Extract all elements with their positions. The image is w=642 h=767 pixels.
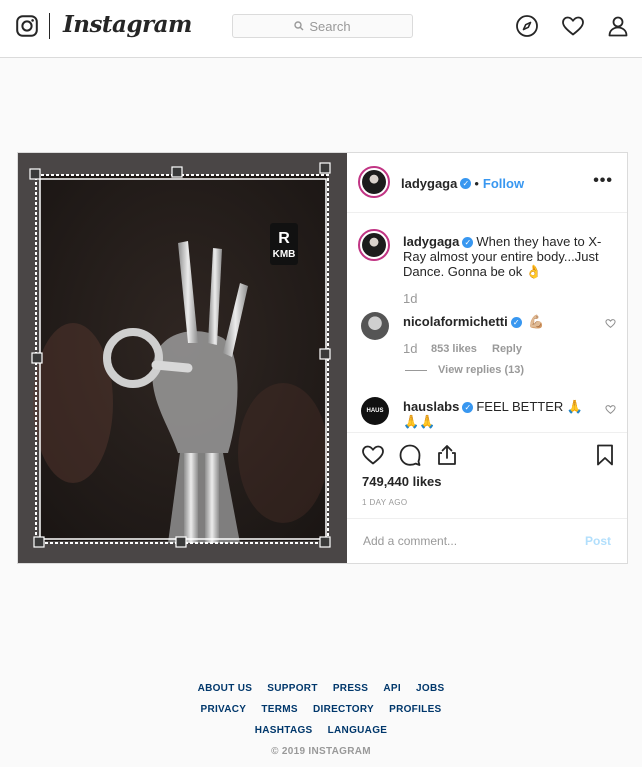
footer-links-row-2: PRIVACY TERMS DIRECTORY PROFILES xyxy=(0,704,642,715)
heart-icon[interactable] xyxy=(561,14,585,38)
footer-link-press[interactable]: PRESS xyxy=(333,683,368,694)
search-placeholder: Search xyxy=(309,18,351,34)
caption-age[interactable]: 1d xyxy=(403,291,417,306)
footer-link-hashtags[interactable]: HASHTAGS xyxy=(255,725,313,736)
post-actions: 749,440 likes 1 DAY AGO xyxy=(347,432,627,518)
comment: nicolaformichetti ✓ 💪🏼 xyxy=(403,314,593,329)
search-icon xyxy=(294,21,304,31)
post-header: ladygaga ✓ • Follow ••• xyxy=(347,153,627,213)
copyright: © 2019 INSTAGRAM xyxy=(271,746,371,757)
post-card: R KMB ladygaga ✓ • Follow ••• ladygaga ✓… xyxy=(17,152,628,564)
footer-link-profiles[interactable]: PROFILES xyxy=(389,704,441,715)
separator-dot: • xyxy=(474,176,479,191)
footer-link-privacy[interactable]: PRIVACY xyxy=(200,704,246,715)
xray-marker-initials: KMB xyxy=(273,249,296,260)
top-nav-bar: Instagram Search xyxy=(0,0,642,58)
comments-list: ladygaga ✓ When they have to X-Ray almost … xyxy=(347,214,627,432)
instagram-glyph-icon[interactable] xyxy=(16,15,38,37)
post-photo[interactable]: R KMB xyxy=(18,153,347,563)
comment-like-icon[interactable] xyxy=(605,404,616,415)
footer-link-about[interactable]: ABOUT US xyxy=(198,683,253,694)
commenter-username[interactable]: nicolaformichetti xyxy=(403,314,508,329)
comment-age[interactable]: 1d xyxy=(403,341,417,356)
view-replies-button[interactable]: View replies (13) xyxy=(438,364,524,376)
post-timestamp[interactable]: 1 DAY AGO xyxy=(362,498,408,507)
share-icon[interactable] xyxy=(435,443,459,467)
author-avatar[interactable] xyxy=(358,166,390,198)
footer-link-directory[interactable]: DIRECTORY xyxy=(313,704,374,715)
bookmark-icon[interactable] xyxy=(593,443,617,467)
footer-links-row-1: ABOUT US SUPPORT PRESS API JOBS xyxy=(0,683,642,694)
profile-icon[interactable] xyxy=(606,14,630,38)
search-input[interactable]: Search xyxy=(232,14,413,38)
commenter-avatar[interactable] xyxy=(361,312,389,340)
footer-link-api[interactable]: API xyxy=(383,683,401,694)
add-comment-bar: Add a comment... Post xyxy=(347,518,627,563)
caption-username[interactable]: ladygaga xyxy=(403,234,459,249)
footer-link-jobs[interactable]: JOBS xyxy=(416,683,444,694)
footer-link-terms[interactable]: TERMS xyxy=(261,704,298,715)
reply-button[interactable]: Reply xyxy=(492,343,522,355)
comment-like-icon[interactable] xyxy=(605,318,616,329)
author-username[interactable]: ladygaga xyxy=(401,176,457,191)
footer-links-row-3: HASHTAGS LANGUAGE xyxy=(0,725,642,736)
hauslabs-avatar[interactable]: HAUS xyxy=(361,397,389,425)
commenter-username[interactable]: hauslabs xyxy=(403,399,459,414)
more-options-icon[interactable]: ••• xyxy=(593,172,613,190)
verified-badge-icon: ✓ xyxy=(462,402,474,414)
xray-marker-letter: R xyxy=(278,230,290,247)
logo-divider xyxy=(49,13,50,39)
instagram-logo[interactable]: Instagram xyxy=(63,11,192,38)
add-comment-input[interactable]: Add a comment... xyxy=(363,534,457,548)
caption: ladygaga ✓ When they have to X-Ray almost … xyxy=(403,234,618,279)
replies-line xyxy=(405,370,427,371)
footer-link-language[interactable]: LANGUAGE xyxy=(328,725,388,736)
post-comment-button[interactable]: Post xyxy=(585,534,611,548)
comment-bubble-icon[interactable] xyxy=(398,443,422,467)
footer-link-support[interactable]: SUPPORT xyxy=(267,683,317,694)
verified-badge-icon: ✓ xyxy=(510,317,522,329)
comment-text: 💪🏼 xyxy=(528,314,545,329)
like-count[interactable]: 749,440 likes xyxy=(362,474,442,489)
verified-badge-icon: ✓ xyxy=(460,178,472,190)
caption-avatar[interactable] xyxy=(358,229,390,261)
verified-badge-icon: ✓ xyxy=(462,237,474,249)
post-sidebar: ladygaga ✓ • Follow ••• ladygaga ✓ When they … xyxy=(347,153,627,563)
compass-icon[interactable] xyxy=(515,14,539,38)
like-heart-icon[interactable] xyxy=(361,443,385,467)
comment-likes[interactable]: 853 likes xyxy=(431,343,477,355)
xray-hand-image: R KMB xyxy=(18,153,347,563)
follow-button[interactable]: Follow xyxy=(483,176,524,191)
comment: hauslabs ✓ FEEL BETTER 🙏🙏🙏 xyxy=(403,399,593,429)
